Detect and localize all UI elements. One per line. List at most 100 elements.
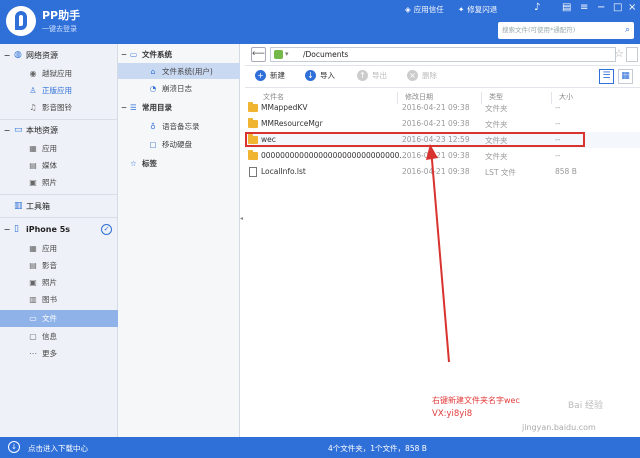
file-name: LocalInfo.lst [261, 167, 306, 176]
status-bar: ↓ 点击进入下载中心 4个文件夹，1个文件，858 B [0, 437, 640, 458]
sidebar-item-label: 影音图铃 [42, 103, 72, 112]
connected-check-icon: ✓ [101, 223, 112, 235]
sidebar-item-device-photos[interactable]: ▣ 照片 [0, 274, 118, 291]
file-row[interactable]: MMappedKV 2016-04-21 09:38 文件夹 -- [245, 100, 640, 116]
tree-file-system-user[interactable]: ⌂ 文件系统(用户) [118, 63, 240, 79]
file-name: MMResourceMgr [261, 119, 323, 128]
search-placeholder: 搜索文件(可使用*通配符) [502, 26, 576, 34]
collapse-icon: − [3, 224, 11, 234]
file-browser: ⟵ ▾ /Documents ☆ + 新建 ↓ 导入 ↑ 导出 × 删除 ☰ ▦… [245, 44, 640, 437]
search-icon[interactable]: ⌕ [625, 22, 630, 39]
tree-voice-memo[interactable]: ♁ 语音备忘录 [118, 118, 240, 134]
music-note-icon: ♫ [29, 103, 37, 112]
sidebar-item-label: 正版应用 [42, 86, 72, 95]
path-go-button[interactable] [626, 47, 638, 62]
watermark-logo: Bai 经验 [568, 401, 604, 411]
file-date: 2016-04-21 09:38 [402, 119, 470, 128]
star-icon: ☆ [130, 158, 137, 168]
plus-icon: + [255, 70, 266, 81]
annotation-contact: VX:yi8yi8 [432, 409, 473, 419]
file-type: 文件夹 [485, 104, 508, 113]
section-local[interactable]: − ▭ 本地资源 [0, 121, 118, 139]
file-size: -- [555, 151, 561, 160]
sidebar-item-local-media[interactable]: ▤ 媒体 [0, 157, 118, 174]
file-row[interactable]: LocalInfo.lst 2016-04-21 09:38 LST 文件 85… [245, 164, 640, 180]
tree-label: 文件系统 [142, 49, 172, 59]
sidebar-item-label: 媒体 [42, 161, 57, 170]
back-button[interactable]: ⟵ [251, 47, 266, 62]
section-label: 工具箱 [26, 201, 50, 211]
chevron-down-icon[interactable]: ▾ [285, 48, 289, 61]
monitor-icon: ▭ [14, 125, 23, 135]
export-button[interactable]: ↑ 导出 [357, 70, 387, 81]
tree-bookmarks[interactable]: ☆ 标签 [118, 155, 240, 171]
tree-mobile-disk[interactable]: ▢ 移动硬盘 [118, 136, 240, 152]
music-icon[interactable]: ♪ [534, 2, 540, 13]
book-icon: ▥ [29, 295, 37, 304]
path-value: /Documents [303, 50, 349, 59]
grid-view-button[interactable]: ▦ [618, 69, 633, 84]
sidebar-item-label: 更多 [42, 349, 57, 358]
path-input[interactable]: ▾ /Documents [270, 47, 616, 62]
file-size: -- [555, 119, 561, 128]
import-icon: ↓ [305, 70, 316, 81]
divider [0, 217, 118, 218]
grid-icon: ▦ [29, 244, 37, 253]
app-title: PP助手 [42, 9, 81, 22]
sidebar-item-local-photos[interactable]: ▣ 照片 [0, 174, 118, 191]
close-icon[interactable]: × [628, 2, 636, 13]
shirt-icon[interactable]: ▤ [562, 2, 571, 13]
new-button[interactable]: + 新建 [255, 70, 285, 81]
sidebar-item-device-files[interactable]: ▭ 文件 [0, 310, 118, 327]
sidebar-item-official-apps[interactable]: ♙ 正版应用 [0, 82, 118, 99]
file-type: 文件夹 [485, 152, 508, 161]
phone-icon: ▯ [14, 224, 19, 234]
sidebar-item-local-apps[interactable]: ▦ 应用 [0, 140, 118, 157]
section-toolbox[interactable]: ▥ 工具箱 [0, 197, 118, 215]
tree-file-system[interactable]: − ▭ 文件系统 [118, 46, 240, 62]
section-device[interactable]: − ▯ iPhone 5s ✓ [0, 220, 118, 238]
sidebar-item-media[interactable]: ♫ 影音图铃 [0, 99, 118, 116]
sidebar-item-device-messages[interactable]: ▢ 信息 [0, 328, 118, 345]
file-size: -- [555, 103, 561, 112]
sidebar-item-label: 信息 [42, 332, 57, 341]
file-date: 2016-04-21 09:38 [402, 167, 470, 176]
grid-icon: ▦ [29, 144, 37, 153]
tree-label: 移动硬盘 [162, 139, 192, 149]
sidebar-item-jailbreak-apps[interactable]: ◉ 越狱应用 [0, 65, 118, 82]
import-button[interactable]: ↓ 导入 [305, 70, 335, 81]
file-type: LST 文件 [485, 168, 516, 177]
download-center-link[interactable]: 点击进入下载中心 [28, 443, 88, 454]
sidebar-item-device-books[interactable]: ▥ 图书 [0, 291, 118, 308]
sidebar-item-device-more[interactable]: ⋯ 更多 [0, 345, 118, 362]
file-name: MMappedKV [261, 103, 308, 112]
new-label: 新建 [270, 71, 285, 80]
download-icon[interactable]: ↓ [8, 441, 20, 453]
tree-common-dirs[interactable]: − ☰ 常用目录 [118, 99, 240, 115]
sidebar-item-device-media[interactable]: ▤ 影音 [0, 257, 118, 274]
list-view-button[interactable]: ☰ [599, 69, 614, 84]
wrench-icon: ✦ [458, 5, 465, 14]
file-row[interactable]: MMResourceMgr 2016-04-21 09:38 文件夹 -- [245, 116, 640, 132]
menu-icon[interactable]: ≡ [580, 2, 588, 13]
sidebar-item-label: 照片 [42, 178, 57, 187]
maximize-icon[interactable]: □ [613, 2, 622, 13]
fix-flash-button[interactable]: ✦ 修复闪退 [458, 4, 497, 15]
favorite-star-icon[interactable]: ☆ [614, 47, 624, 60]
app-trust-label: 应用信任 [413, 5, 444, 14]
list-icon: ☰ [130, 102, 137, 112]
login-link[interactable]: 一键去登录 [42, 24, 77, 34]
search-input[interactable]: 搜索文件(可使用*通配符) ⌕ [498, 22, 634, 39]
delete-icon: × [407, 70, 418, 81]
minimize-icon[interactable]: − [597, 2, 605, 13]
section-network[interactable]: − ◍ 网络资源 [0, 46, 118, 64]
tree-crash-log[interactable]: ◔ 崩溃日志 [118, 80, 240, 96]
sidebar-item-device-apps[interactable]: ▦ 应用 [0, 240, 118, 257]
section-label: 本地资源 [26, 125, 58, 135]
export-icon: ↑ [357, 70, 368, 81]
divider [0, 194, 118, 195]
app-trust-button[interactable]: ◈ 应用信任 [405, 4, 444, 15]
file-row[interactable]: 00000000000000000000000000000... 2016-04… [245, 148, 640, 164]
delete-button[interactable]: × 删除 [407, 70, 437, 81]
monitor-icon: ▭ [130, 49, 138, 59]
